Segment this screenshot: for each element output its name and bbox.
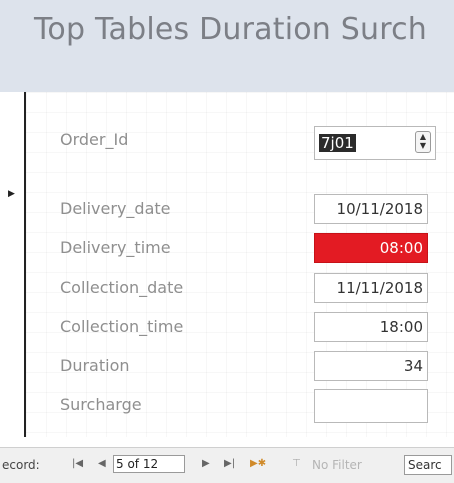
first-record-icon[interactable]: |◀ <box>72 458 83 469</box>
surcharge-field[interactable] <box>314 389 428 423</box>
delivery-date-label: Delivery_date <box>60 199 171 218</box>
delivery-time-field[interactable]: 08:00 <box>314 233 428 263</box>
no-filter-indicator[interactable]: No Filter <box>312 458 362 472</box>
delivery-time-label: Delivery_time <box>60 238 171 257</box>
surcharge-label: Surcharge <box>60 395 142 414</box>
last-record-icon[interactable]: ▶| <box>224 458 235 469</box>
record-label: ecord: <box>2 458 40 472</box>
search-input[interactable]: Searc <box>404 455 452 475</box>
current-record-arrow-icon: ▶ <box>8 189 15 199</box>
order-id-label: Order_Id <box>60 130 129 149</box>
spin-down-icon[interactable]: ▼ <box>416 141 430 150</box>
filter-icon: ⊤ <box>292 458 301 469</box>
collection-date-label: Collection_date <box>60 278 184 297</box>
order-id-value: 7j01 <box>319 134 356 152</box>
duration-label: Duration <box>60 356 130 375</box>
order-id-field[interactable]: 7j01 ▲ ▼ <box>314 126 436 160</box>
order-id-spinner[interactable]: ▲ ▼ <box>415 131 431 153</box>
form-header: Top Tables Duration Surch <box>0 0 454 92</box>
delivery-date-field[interactable]: 10/11/2018 <box>314 194 428 224</box>
collection-time-field[interactable]: 18:00 <box>314 312 428 342</box>
record-position-input[interactable]: 5 of 12 <box>113 455 185 473</box>
duration-field[interactable]: 34 <box>314 351 428 381</box>
new-record-icon[interactable]: ▶✱ <box>250 458 266 469</box>
previous-record-icon[interactable]: ◀ <box>98 458 106 469</box>
record-navigation-bar: ecord: |◀ ◀ 5 of 12 ▶ ▶| ▶✱ ⊤ No Filter … <box>0 447 454 483</box>
collection-time-label: Collection_time <box>60 317 184 336</box>
record-selector[interactable]: ▶ <box>0 92 15 437</box>
form-title: Top Tables Duration Surch <box>34 12 427 47</box>
next-record-icon[interactable]: ▶ <box>202 458 210 469</box>
collection-date-field[interactable]: 11/11/2018 <box>314 273 428 303</box>
spin-up-icon[interactable]: ▲ <box>416 132 430 141</box>
